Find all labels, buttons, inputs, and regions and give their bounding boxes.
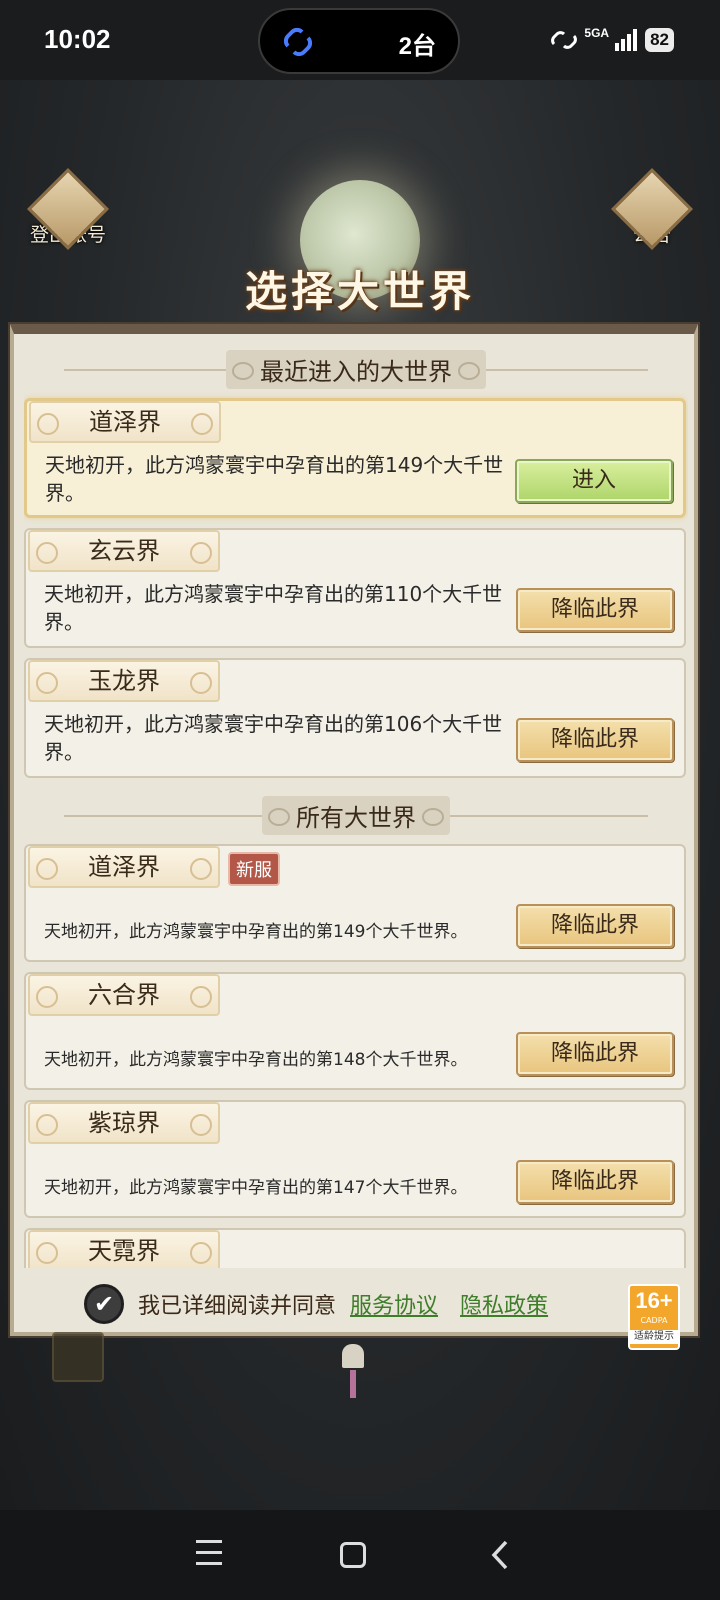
descend-button[interactable]: 降临此界 bbox=[516, 588, 674, 632]
recent-section-header: 最近进入的大世界 bbox=[24, 348, 688, 390]
logout-button[interactable]: 登出账号 bbox=[18, 167, 118, 251]
server-name: 六合界 bbox=[28, 974, 220, 1016]
clock: 10:02 bbox=[44, 24, 111, 54]
descend-button[interactable]: 降临此界 bbox=[516, 718, 674, 762]
privacy-policy-link[interactable]: 隐私政策 bbox=[460, 1288, 548, 1320]
device-count: 2台 bbox=[398, 33, 436, 60]
title-banner: 选择大世界 bbox=[180, 180, 540, 340]
server-card[interactable]: 道泽界 新服 天地初开，此方鸿蒙寰宇中孕育出的第149个大千世界。 降临此界 bbox=[24, 844, 686, 962]
server-description: 天地初开，此方鸿蒙寰宇中孕育出的第147个大千世界。 bbox=[44, 1178, 468, 1198]
server-card[interactable]: 天霓界 bbox=[24, 1228, 686, 1268]
agree-checkbox[interactable]: ✔ bbox=[84, 1284, 124, 1324]
server-card[interactable]: 道泽界 天地初开，此方鸿蒙寰宇中孕育出的第149个大千世界。 进入 bbox=[24, 398, 686, 518]
page-title: 选择大世界 bbox=[244, 267, 475, 316]
recent-apps-button[interactable] bbox=[186, 1532, 232, 1578]
age-rating-org: CADPA bbox=[640, 1316, 668, 1325]
new-server-badge: 新服 bbox=[228, 852, 280, 886]
section-title: 最近进入的大世界 bbox=[226, 350, 486, 389]
bell-icon bbox=[342, 1344, 364, 1400]
server-description: 天地初开，此方鸿蒙寰宇中孕育出的第149个大千世界。 bbox=[45, 453, 504, 505]
server-description: 天地初开，此方鸿蒙寰宇中孕育出的第106个大千世界。 bbox=[44, 712, 503, 764]
dynamic-island[interactable]: 2台 bbox=[258, 8, 460, 74]
network-type: 5GA bbox=[584, 26, 610, 40]
all-section-header: 所有大世界 bbox=[24, 794, 688, 836]
server-card[interactable]: 紫琼界 天地初开，此方鸿蒙寰宇中孕育出的第147个大千世界。 降临此界 bbox=[24, 1100, 686, 1218]
enter-button[interactable]: 进入 bbox=[515, 459, 673, 503]
back-button[interactable] bbox=[478, 1532, 524, 1578]
server-card[interactable]: 玉龙界 天地初开，此方鸿蒙寰宇中孕育出的第106个大千世界。 降临此界 bbox=[24, 658, 686, 778]
link-icon bbox=[283, 27, 313, 57]
age-rating-value: 16+ bbox=[635, 1288, 673, 1313]
age-rating-label: 适龄提示 bbox=[630, 1330, 678, 1344]
service-agreement-link[interactable]: 服务协议 bbox=[350, 1288, 438, 1320]
server-card[interactable]: 六合界 天地初开，此方鸿蒙寰宇中孕育出的第148个大千世界。 降临此界 bbox=[24, 972, 686, 1090]
age-rating-shadow bbox=[52, 1332, 104, 1382]
back-arrow-icon bbox=[491, 1540, 508, 1570]
server-list[interactable]: 最近进入的大世界 道泽界 天地初开，此方鸿蒙寰宇中孕育出的第149个大千世界。 … bbox=[24, 348, 688, 1268]
age-rating-badge[interactable]: 16+ CADPA 适龄提示 bbox=[628, 1284, 680, 1350]
server-select-panel: 最近进入的大世界 道泽界 天地初开，此方鸿蒙寰宇中孕育出的第149个大千世界。 … bbox=[10, 324, 698, 1336]
home-button[interactable] bbox=[330, 1532, 376, 1578]
signal-icon bbox=[615, 29, 638, 51]
descend-button[interactable]: 降临此界 bbox=[516, 1032, 674, 1076]
server-description: 天地初开，此方鸿蒙寰宇中孕育出的第110个大千世界。 bbox=[44, 582, 503, 634]
agreement-text: 我已详细阅读并同意 bbox=[138, 1294, 337, 1319]
server-description: 天地初开，此方鸿蒙寰宇中孕育出的第149个大千世界。 bbox=[44, 922, 468, 942]
system-nav-bar bbox=[0, 1510, 720, 1600]
server-name: 道泽界 bbox=[29, 401, 221, 443]
battery-icon: 82 bbox=[645, 28, 674, 52]
server-name: 玉龙界 bbox=[28, 660, 220, 702]
server-name: 道泽界 bbox=[28, 846, 220, 888]
server-name: 玄云界 bbox=[28, 530, 220, 572]
server-name: 天霓界 bbox=[28, 1230, 220, 1268]
agreement-row: ✔ 我已详细阅读并同意 服务协议 隐私政策 bbox=[84, 1282, 548, 1326]
status-bar: 10:02 2台 5GA 82 bbox=[0, 0, 720, 80]
descend-button[interactable]: 降临此界 bbox=[516, 1160, 674, 1204]
server-card[interactable]: 玄云界 天地初开，此方鸿蒙寰宇中孕育出的第110个大千世界。 降临此界 bbox=[24, 528, 686, 648]
server-description: 天地初开，此方鸿蒙寰宇中孕育出的第148个大千世界。 bbox=[44, 1050, 468, 1070]
server-name: 紫琼界 bbox=[28, 1102, 220, 1144]
system-icons: 5GA 82 bbox=[550, 24, 674, 56]
hotspot-link-icon bbox=[551, 31, 578, 49]
descend-button[interactable]: 降临此界 bbox=[516, 904, 674, 948]
section-title: 所有大世界 bbox=[262, 796, 450, 835]
notice-button[interactable]: 公告 bbox=[602, 167, 702, 251]
